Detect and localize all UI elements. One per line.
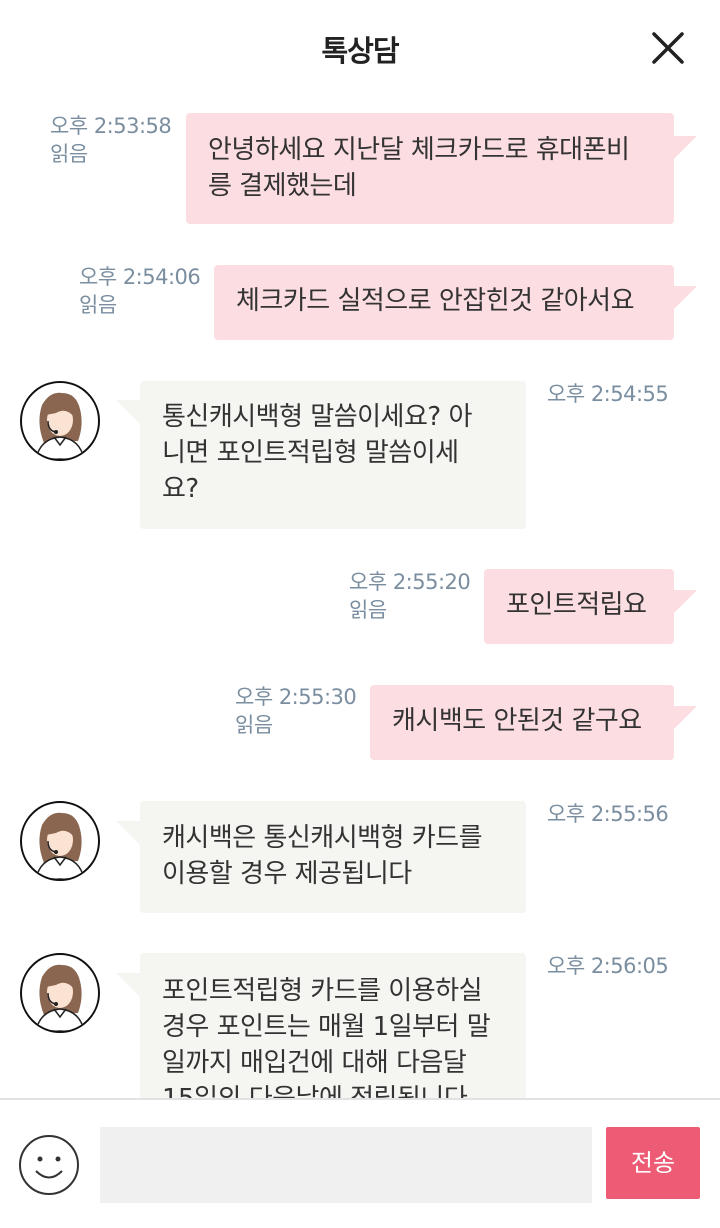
bubble-tail	[673, 286, 697, 310]
message-bubble: 캐시백도 안된것 같구요	[370, 685, 674, 760]
close-icon[interactable]	[650, 30, 686, 66]
chat-log[interactable]: 오후 2:53:58 읽음 안녕하세요 지난달 체크카드로 휴대폰비 릉 결제했…	[0, 96, 720, 1098]
message-bubble: 포인트적립형 카드를 이용하실 경우 포인트는 매월 1일부터 말 일까지 매입…	[140, 953, 526, 1098]
bubble-tail	[673, 706, 697, 730]
message-time: 오후 2:54:55	[547, 382, 669, 406]
message-time: 오후 2:54:06	[79, 265, 201, 289]
send-button[interactable]: 전송	[606, 1127, 700, 1199]
bubble-tail	[673, 136, 697, 160]
page-title: 톡상담	[321, 34, 399, 68]
smiley-icon[interactable]	[18, 1134, 80, 1196]
message-time: 오후 2:55:20	[349, 570, 471, 594]
message-bubble: 포인트적립요	[484, 569, 674, 644]
bubble-tail	[116, 973, 140, 997]
read-status: 읽음	[235, 713, 273, 737]
read-status: 읽음	[79, 293, 117, 317]
message-time: 오후 2:56:05	[547, 954, 669, 978]
agent-avatar	[20, 953, 100, 1033]
bubble-tail	[673, 590, 697, 614]
message-bubble: 통신캐시백형 말씀이세요? 아 니면 포인트적립형 말씀이세 요?	[140, 381, 526, 529]
agent-avatar	[20, 381, 100, 461]
header: 톡상담	[0, 0, 720, 96]
bubble-tail	[116, 821, 140, 845]
read-status: 읽음	[349, 598, 387, 622]
read-status: 읽음	[50, 142, 88, 166]
message-time: 오후 2:55:30	[235, 685, 357, 709]
message-bubble: 체크카드 실적으로 안잡힌것 같아서요	[214, 265, 674, 340]
composer: 전송	[0, 1098, 720, 1228]
message-time: 오후 2:55:56	[547, 802, 669, 826]
message-input[interactable]	[100, 1127, 592, 1203]
message-bubble: 캐시백은 통신캐시백형 카드를 이용할 경우 제공됩니다	[140, 801, 526, 913]
message-time: 오후 2:53:58	[50, 114, 172, 138]
agent-avatar	[20, 801, 100, 881]
message-bubble: 안녕하세요 지난달 체크카드로 휴대폰비 릉 결제했는데	[186, 113, 674, 224]
bubble-tail	[116, 400, 140, 424]
